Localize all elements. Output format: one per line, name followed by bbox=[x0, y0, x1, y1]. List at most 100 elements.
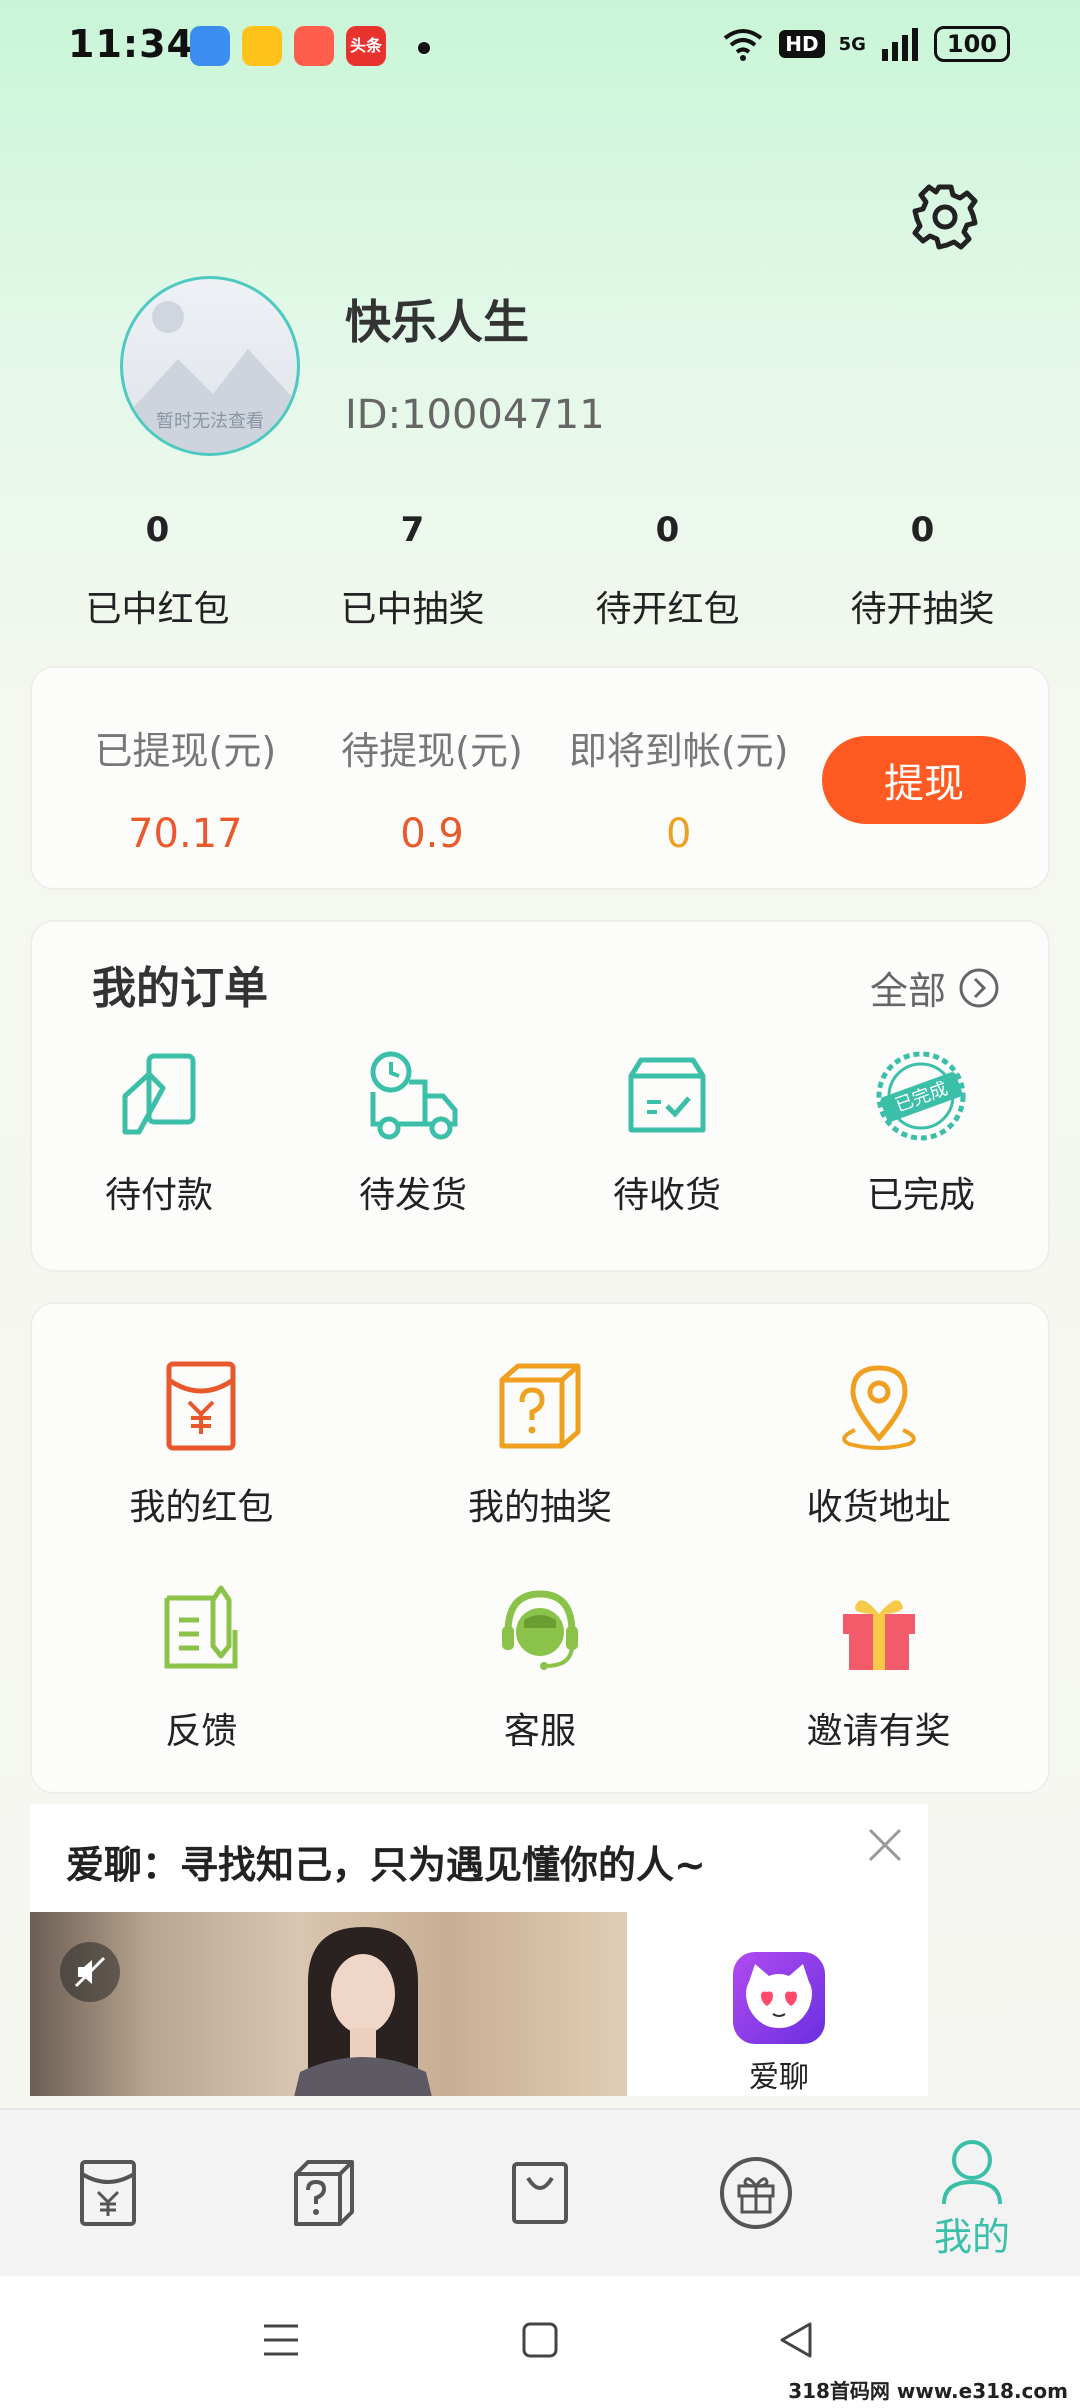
stat-value: 0 bbox=[910, 510, 935, 550]
hd-badge: HD bbox=[779, 30, 825, 58]
service-label: 我的红包 bbox=[129, 1487, 274, 1528]
customer-service-icon bbox=[501, 1590, 578, 1670]
service-feedback[interactable]: 反馈 bbox=[32, 1580, 371, 1754]
mute-icon bbox=[74, 1956, 106, 1988]
tab-shop[interactable] bbox=[432, 2110, 648, 2276]
mystery-box-icon bbox=[499, 1363, 581, 1449]
orders-all-link[interactable]: 全部 bbox=[870, 960, 1000, 1015]
service-invite-rewards[interactable]: 邀请有奖 bbox=[709, 1580, 1048, 1754]
system-navigation-bar: 318首码网 www.e318.com bbox=[0, 2276, 1080, 2408]
stat-value: 0 bbox=[655, 510, 680, 550]
service-customer-support[interactable]: 客服 bbox=[371, 1580, 710, 1754]
tab-red-envelope[interactable] bbox=[0, 2110, 216, 2276]
username: 快乐人生 bbox=[345, 295, 529, 349]
ad-video[interactable] bbox=[30, 1912, 627, 2096]
ad-banner[interactable]: 爱聊：寻找知己，只为遇见懂你的人~ 爱聊 bbox=[30, 1804, 928, 2096]
wallet-value: 70.17 bbox=[128, 811, 243, 857]
video-person-image bbox=[294, 1927, 432, 2096]
toutiao-icon: 头条 bbox=[346, 26, 386, 66]
more-notifications-dot bbox=[418, 42, 430, 54]
order-label: 待收货 bbox=[612, 1175, 721, 1216]
ad-title: 爱聊：寻找知己，只为遇见懂你的人~ bbox=[66, 1843, 706, 1887]
payment-card-icon bbox=[122, 1053, 196, 1135]
service-my-lotteries[interactable]: 我的抽奖 bbox=[371, 1356, 710, 1530]
stat-label: 待开红包 bbox=[595, 589, 740, 630]
stat-value: 7 bbox=[400, 510, 425, 550]
back-icon[interactable] bbox=[776, 2320, 816, 2360]
shopping-bag-tab-icon bbox=[512, 2162, 568, 2224]
order-label: 待付款 bbox=[104, 1175, 213, 1216]
completed-stamp-icon: 已完成 bbox=[876, 1051, 966, 1141]
home-icon[interactable] bbox=[520, 2320, 560, 2360]
stat-label: 待开抽奖 bbox=[850, 589, 995, 630]
chevron-right-circle-icon bbox=[959, 968, 999, 1007]
gift-box-icon bbox=[842, 1600, 915, 1670]
stat-value: 0 bbox=[145, 510, 170, 550]
cat-face-icon bbox=[746, 1964, 812, 2028]
app-logo[interactable] bbox=[733, 1952, 825, 2044]
red-envelope-icon bbox=[166, 1361, 236, 1451]
wallet-card: 已提现(元) 70.17 待提现(元) 0.9 即将到帐(元) 0 提现 bbox=[30, 666, 1050, 890]
signal-icon bbox=[881, 28, 918, 61]
wallet-value: 0 bbox=[665, 811, 692, 857]
ad-app-name: 爱聊 bbox=[749, 2060, 809, 2095]
user-id: ID:10004711 bbox=[345, 392, 605, 438]
delivery-truck-icon bbox=[370, 1051, 458, 1140]
red-envelope-tab-icon bbox=[80, 2160, 136, 2226]
tab-label: 我的 bbox=[933, 2215, 1010, 2259]
orders-title: 我的订单 bbox=[92, 963, 268, 1014]
services-card: 我的红包 我的抽奖 收货地址 反馈 客服 邀请有奖 bbox=[30, 1302, 1050, 1794]
service-label: 反馈 bbox=[165, 1711, 238, 1752]
package-box-icon bbox=[628, 1057, 706, 1133]
service-label: 邀请有奖 bbox=[806, 1711, 951, 1752]
service-label: 客服 bbox=[503, 1711, 576, 1752]
wallet-incoming: 即将到帐(元) 0 bbox=[555, 720, 802, 857]
network-type: 5G bbox=[838, 33, 866, 55]
order-pending-receipt[interactable]: 待收货 bbox=[540, 1046, 794, 1218]
service-shipping-address[interactable]: 收货地址 bbox=[709, 1356, 1048, 1530]
stat-pending-lotteries[interactable]: 0 待开抽奖 bbox=[795, 510, 1050, 632]
app-icon-red bbox=[294, 26, 334, 66]
close-icon[interactable] bbox=[862, 1822, 908, 1868]
profile-tab-icon bbox=[942, 2140, 1002, 2205]
mute-button[interactable] bbox=[60, 1942, 120, 2002]
status-time: 11:34 bbox=[68, 22, 194, 66]
order-pending-payment[interactable]: 待付款 bbox=[32, 1046, 286, 1218]
withdraw-button[interactable]: 提现 bbox=[822, 736, 1026, 824]
watermark: 318首码网 www.e318.com bbox=[788, 2379, 1068, 2403]
stat-label: 已中抽奖 bbox=[340, 589, 485, 630]
feedback-note-icon bbox=[164, 1585, 238, 1669]
wallet-value: 0.9 bbox=[400, 811, 464, 857]
tab-gift[interactable] bbox=[648, 2110, 864, 2276]
wallet-withdrawn: 已提现(元) 70.17 bbox=[62, 720, 309, 857]
stat-pending-red-envelopes[interactable]: 0 待开红包 bbox=[540, 510, 795, 632]
wallet-pending: 待提现(元) 0.9 bbox=[309, 720, 556, 857]
battery-indicator: 100 bbox=[933, 26, 1010, 62]
settings-gear-icon[interactable] bbox=[910, 182, 980, 252]
menu-icon[interactable] bbox=[262, 2320, 300, 2360]
stat-won-lotteries[interactable]: 7 已中抽奖 bbox=[285, 510, 540, 632]
wallet-label: 已提现(元) bbox=[94, 729, 277, 773]
gift-tab-icon bbox=[720, 2157, 792, 2229]
order-pending-shipment[interactable]: 待发货 bbox=[286, 1046, 540, 1218]
orders-all-label: 全部 bbox=[869, 969, 946, 1013]
status-indicators: HD 5G 100 bbox=[721, 26, 1010, 62]
stat-label: 已中红包 bbox=[85, 589, 230, 630]
tab-profile[interactable]: 我的 bbox=[864, 2110, 1080, 2276]
tab-lottery[interactable] bbox=[216, 2110, 432, 2276]
app-icon-blue bbox=[190, 26, 230, 66]
wifi-icon bbox=[724, 29, 763, 61]
avatar[interactable]: 暂时无法查看 bbox=[120, 276, 300, 456]
status-bar: 11:34 头条 HD 5G 100 bbox=[0, 0, 1080, 96]
service-label: 收货地址 bbox=[806, 1487, 951, 1528]
location-pin-icon bbox=[841, 1365, 916, 1450]
app-icon-yellow bbox=[242, 26, 282, 66]
avatar-caption: 暂时无法查看 bbox=[156, 411, 264, 432]
bottom-tab-bar: 我的 bbox=[0, 2108, 1080, 2276]
service-label: 我的抽奖 bbox=[467, 1487, 612, 1528]
service-my-red-envelopes[interactable]: 我的红包 bbox=[32, 1356, 371, 1530]
stat-won-red-envelopes[interactable]: 0 已中红包 bbox=[30, 510, 285, 632]
orders-card: 我的订单 全部 待付款 待发货 待收货 已完成 已完成 bbox=[30, 920, 1050, 1272]
order-completed[interactable]: 已完成 已完成 bbox=[794, 1046, 1048, 1218]
stats-row: 0 已中红包 7 已中抽奖 0 待开红包 0 待开抽奖 bbox=[30, 510, 1050, 632]
